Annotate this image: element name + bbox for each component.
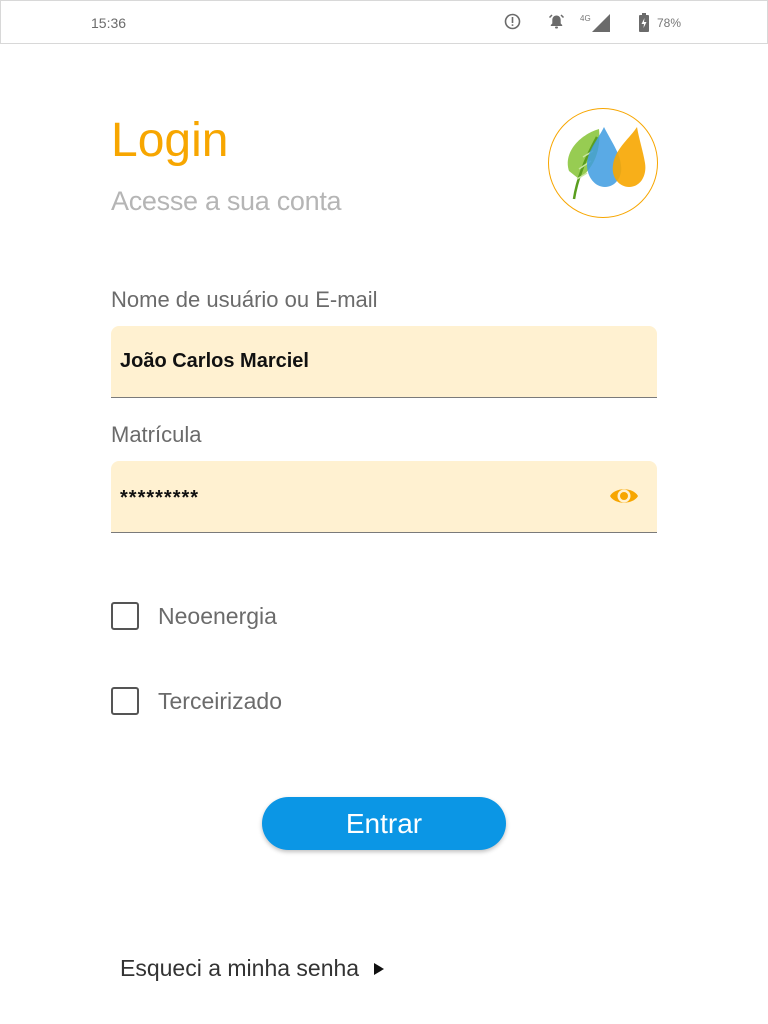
page-title: Login bbox=[111, 114, 229, 167]
login-button[interactable]: Entrar bbox=[262, 797, 506, 850]
registration-field[interactable]: ********* bbox=[111, 461, 657, 533]
page-subtitle: Acesse a sua conta bbox=[111, 186, 342, 216]
neoenergia-checkbox[interactable] bbox=[111, 602, 139, 630]
terceirizado-label: Terceirizado bbox=[158, 687, 282, 714]
battery-level: 78% bbox=[657, 16, 682, 30]
username-value: João Carlos Marciel bbox=[120, 350, 309, 372]
terceirizado-checkbox[interactable] bbox=[111, 687, 139, 715]
network-type: 4G bbox=[580, 14, 591, 23]
forgot-password-link[interactable]: Esqueci a minha senha bbox=[120, 955, 385, 982]
play-arrow-icon bbox=[373, 962, 385, 976]
eye-icon[interactable] bbox=[608, 483, 640, 509]
login-screen: 15:36 4G 78% Login Acesse a sua conta No… bbox=[0, 0, 768, 1024]
alarm-bell-icon bbox=[548, 13, 565, 35]
username-label: Nome de usuário ou E-mail bbox=[111, 287, 378, 312]
forgot-password-label: Esqueci a minha senha bbox=[120, 955, 360, 981]
signal-icon bbox=[592, 14, 610, 37]
battery-charging-icon bbox=[639, 13, 649, 37]
checkbox-row-terceirizado[interactable]: Terceirizado bbox=[111, 685, 282, 717]
neoenergia-label: Neoenergia bbox=[158, 602, 277, 629]
status-bar: 15:36 4G 78% bbox=[0, 0, 768, 44]
registration-value: ********* bbox=[120, 487, 200, 509]
leaf-drops-logo-icon bbox=[567, 127, 646, 200]
brand-logo bbox=[548, 108, 658, 218]
registration-label: Matrícula bbox=[111, 422, 202, 447]
username-field[interactable]: João Carlos Marciel bbox=[111, 326, 657, 398]
status-time: 15:36 bbox=[91, 15, 127, 31]
alert-circle-icon bbox=[504, 13, 521, 35]
checkbox-row-neoenergia[interactable]: Neoenergia bbox=[111, 600, 277, 632]
